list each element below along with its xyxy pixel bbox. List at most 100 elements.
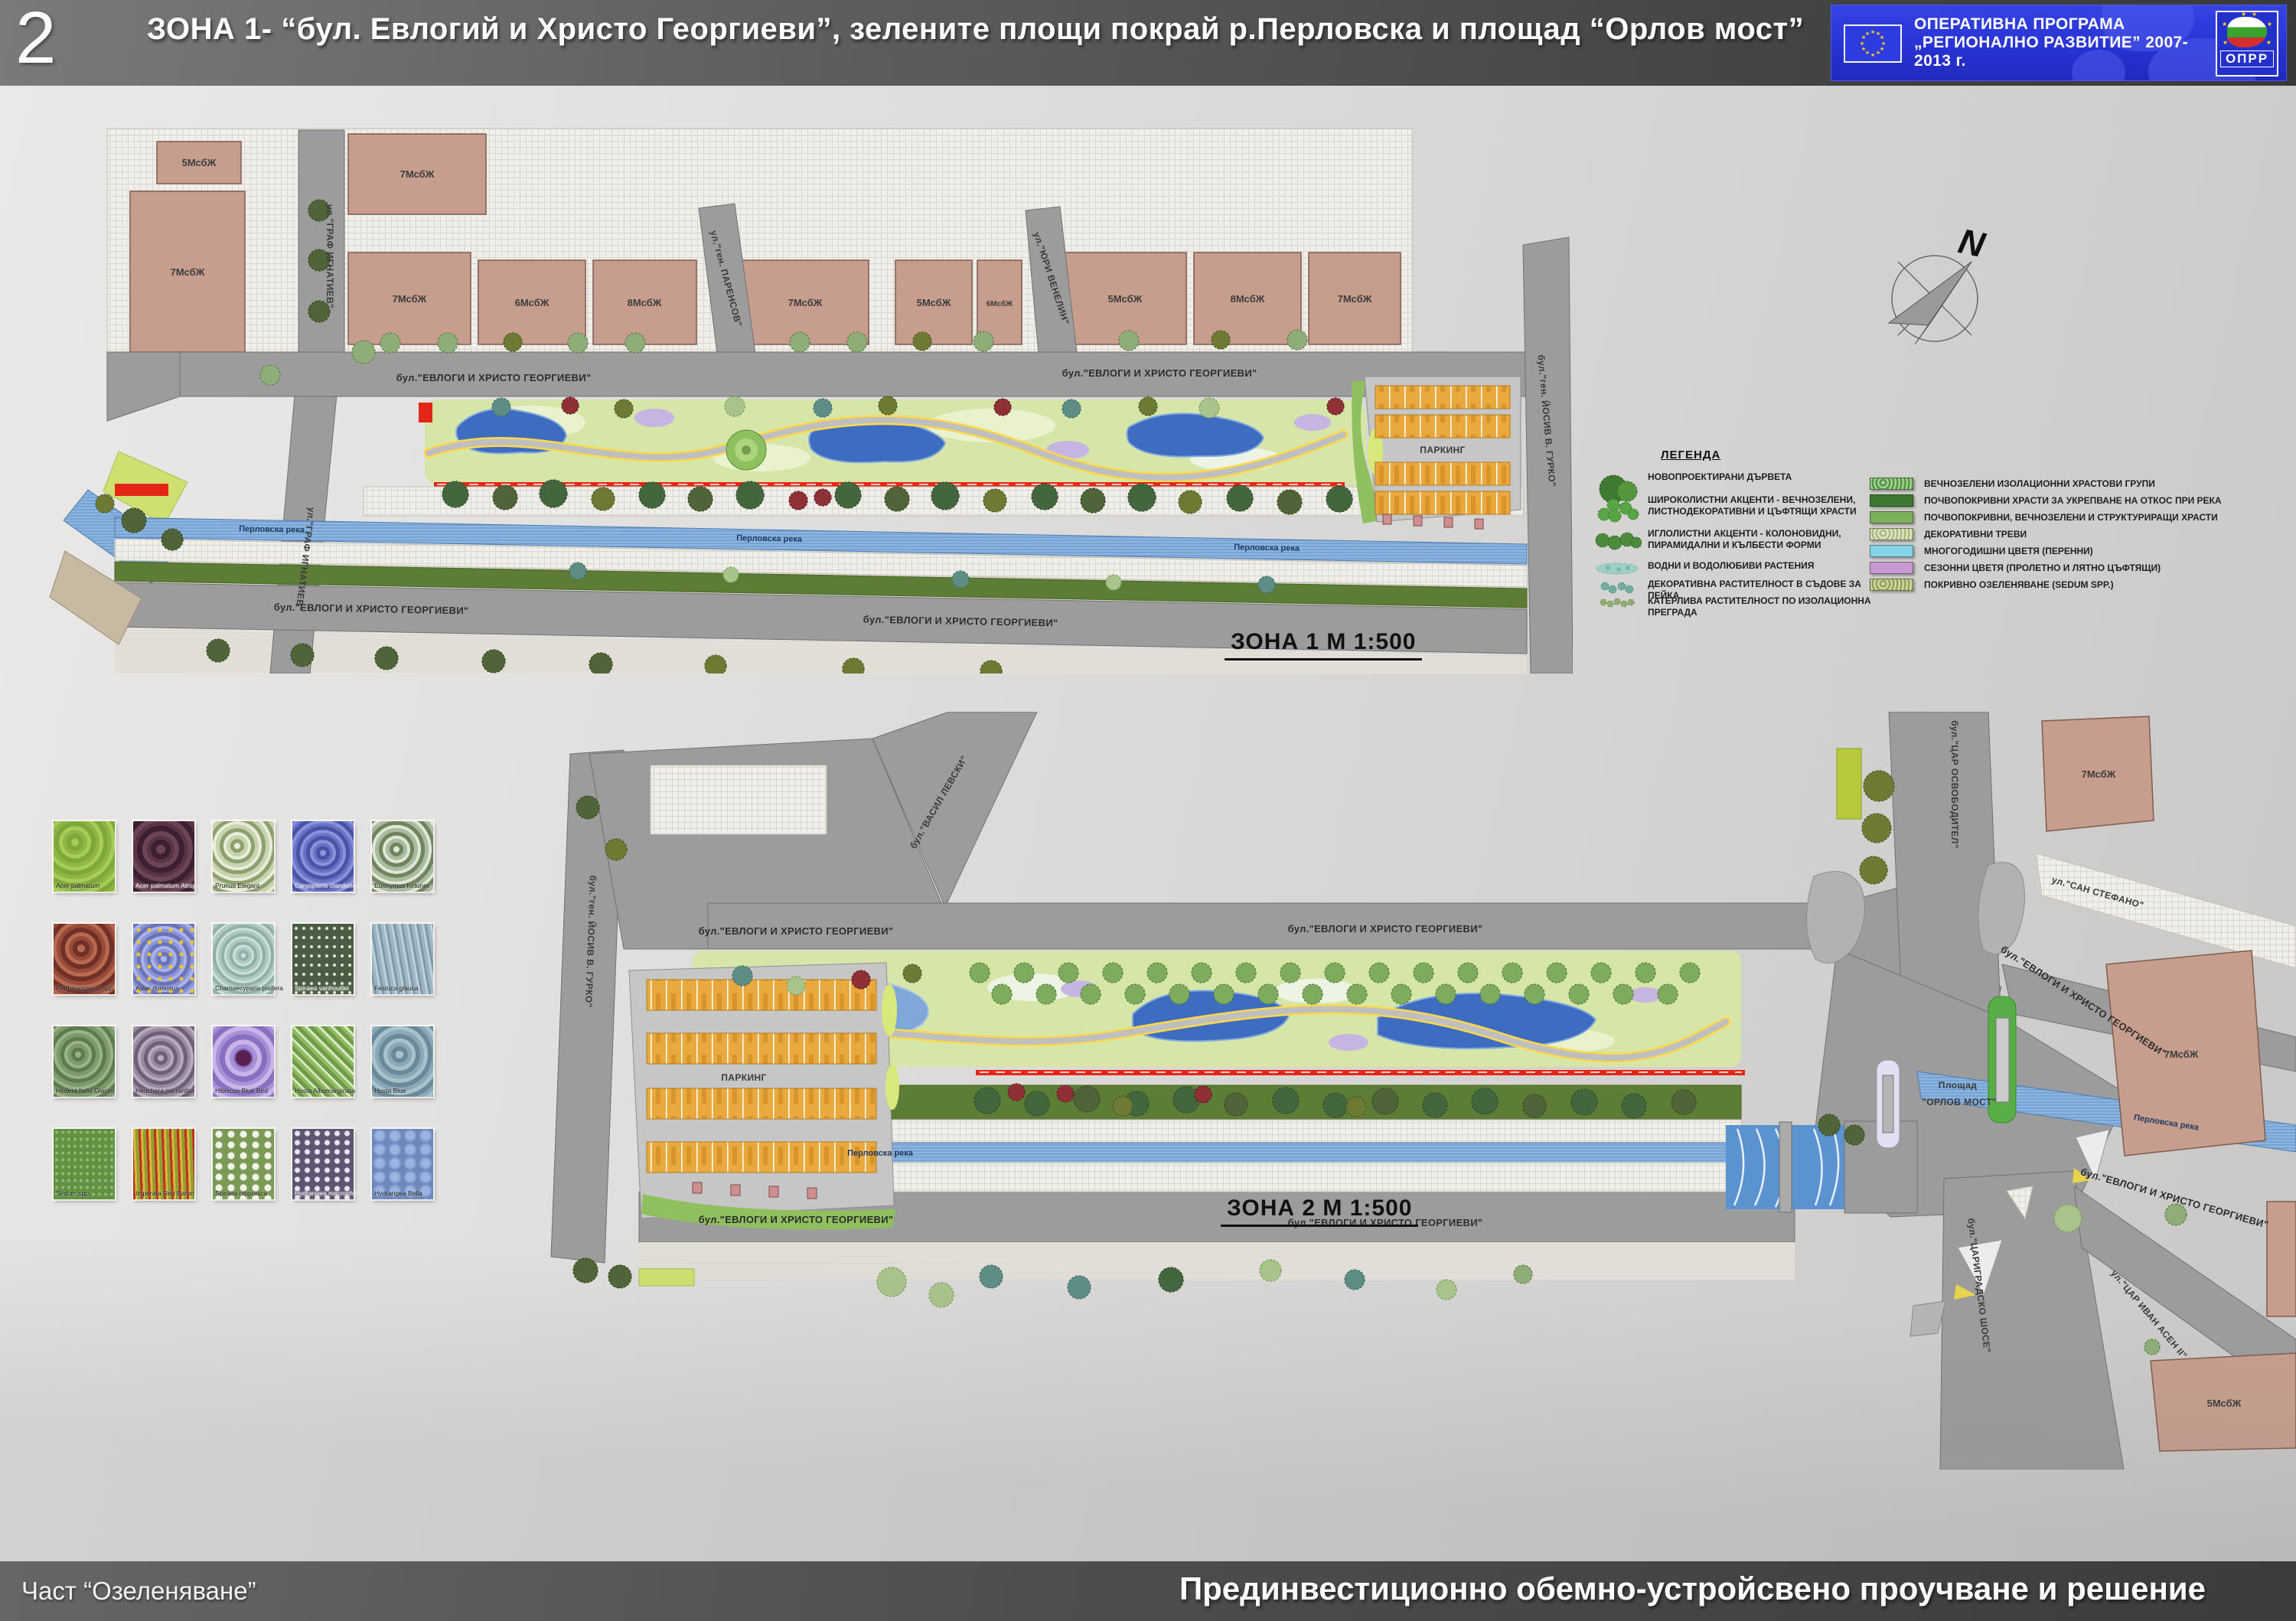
broadleaf-accents-icon — [1588, 494, 1648, 525]
compass-n-label: N — [1955, 222, 1989, 265]
zone1-caption: ЗОНА 1 М 1:500 — [1225, 629, 1422, 660]
plant-photo: Hedera helix Glacier — [54, 1026, 115, 1097]
plant-photo: Spiraea vanhouttei — [292, 924, 354, 994]
eu-stars-icon: ★★★ ★★★ ★★★ ★★★ — [1845, 26, 1900, 61]
eu-flag-icon: ★★★ ★★★ ★★★ ★★★ — [1844, 24, 1902, 63]
oprr-logo: ★ ★ ★ ★ ★ ★ ОПРР — [2216, 11, 2278, 77]
star-icon: ★ — [2252, 11, 2257, 18]
oprr-label: ОПРР — [2220, 51, 2274, 67]
header-bar: 2 ЗОНА 1- “бул. Евлогий и Христо Георгие… — [0, 0, 2296, 86]
plant-photo: Imperata Red Baron — [133, 1129, 194, 1199]
svg-text:★: ★ — [1861, 46, 1866, 52]
svg-text:8МсбЖ: 8МсбЖ — [1231, 293, 1265, 305]
legend-item: МНОГОГОДИШНИ ЦВЕТЯ (ПЕРЕННИ) — [1870, 545, 2253, 557]
square-label-line2: "ОРЛОВ МОСТ" — [1922, 1097, 1997, 1107]
legend-swatch — [1870, 528, 1913, 540]
legend-item: КАТЕРЛИВА РАСТИТЕЛНОСТ ПО ИЗОЛАЦИОННА ПР… — [1588, 595, 1877, 618]
plant-photo: Hydrangea Bella — [372, 1129, 433, 1199]
legend-item: ВЕЧНОЗЕЛЕНИ ИЗОЛАЦИОННИ ХРАСТОВИ ГРУПИ — [1870, 478, 2253, 490]
svg-text:7МсбЖ: 7МсбЖ — [400, 168, 435, 180]
plant-photo: Hosta Blue — [372, 1026, 433, 1097]
svg-text:7МсбЖ: 7МсбЖ — [2164, 1049, 2199, 1060]
footer-project-label: Прединвестиционно обемно-устройсвено про… — [1179, 1570, 2206, 1607]
plant-photo: Acer palmatum Atropurpureum — [133, 821, 194, 892]
svg-text:★: ★ — [1865, 31, 1870, 37]
legend-item: ДЕКОРАТИВНИ ТРЕВИ — [1870, 528, 2253, 540]
water-plants-icon — [1588, 560, 1648, 577]
parking-label: ПАРКИНГ — [1420, 445, 1466, 455]
svg-text:8МсбЖ: 8МсбЖ — [628, 297, 662, 308]
conifer-accents-icon — [1588, 528, 1648, 554]
plant-photo: Hosta Albomarginata — [292, 1026, 354, 1097]
plant-photo: Prunus Elegant — [213, 821, 274, 892]
svg-text:★: ★ — [1870, 52, 1875, 58]
footer-bar: Част “Озеленяване” Прединвестиционно обе… — [0, 1561, 2296, 1621]
page-title: ЗОНА 1- “бул. Евлогий и Христо Георгиеви… — [147, 12, 1804, 47]
star-icon: ★ — [2267, 21, 2272, 28]
street-label-tsar-osvoboditel: бул."ЦАР ОСВОБОДИТЕЛ" — [1949, 720, 1960, 849]
svg-text:★: ★ — [1881, 41, 1886, 47]
svg-text:5МсбЖ: 5МсбЖ — [917, 297, 951, 308]
street-label-evlogi: бул."ЕВЛОГИ И ХРИСТО ГЕОРГИЕВИ" — [699, 925, 894, 937]
svg-text:★: ★ — [1870, 29, 1875, 35]
legend-item: СЕЗОННИ ЦВЕТЯ (ПРОЛЕТНО И ЛЯТНО ЦЪФТЯЩИ) — [1870, 562, 2253, 574]
plant-photo: Spiraea nipponica — [213, 1129, 274, 1199]
svg-text:★: ★ — [1876, 50, 1880, 56]
legend-item: ПОЧВОПОКРИВНИ, ВЕЧНОЗЕЛЕНИ И СТРУКТУРИРА… — [1870, 511, 2253, 523]
svg-text:7МсбЖ: 7МсбЖ — [788, 297, 823, 308]
svg-text:5МсбЖ: 5МсбЖ — [2207, 1398, 2242, 1409]
river-label: Перловска река — [239, 524, 305, 535]
square-label-line1: Площад — [1939, 1080, 1977, 1091]
plant-photo: Hibiscus Blue Bird — [213, 1026, 274, 1097]
plant-photo: Chamaecyparis pisifera — [213, 924, 274, 994]
eu-programme-banner: ★★★ ★★★ ★★★ ★★★ ОПЕРАТИВНА ПРОГРАМА „РЕГ… — [1831, 5, 2287, 81]
plant-photo: Heuchera micrantha — [133, 1026, 194, 1097]
svg-text:6МсбЖ: 6МсбЖ — [987, 299, 1013, 308]
star-icon: ★ — [2241, 11, 2246, 18]
plant-photo: Sedum spp. — [54, 1129, 115, 1199]
svg-text:7МсбЖ: 7МсбЖ — [171, 266, 205, 278]
eu-programme-title: ОПЕРАТИВНА ПРОГРАМА „РЕГИОНАЛНО РАЗВИТИЕ… — [1914, 5, 2206, 80]
svg-text:5МсбЖ: 5МсбЖ — [1108, 293, 1143, 305]
svg-text:5МсбЖ: 5МсбЖ — [182, 157, 217, 168]
svg-text:6МсбЖ: 6МсбЖ — [515, 297, 550, 308]
zone2-site-plan: ПАРКИНГ 7МсбЖ 7МсбЖ 5МсбЖ — [543, 712, 2296, 1469]
svg-text:7МсбЖ: 7МсбЖ — [1338, 293, 1372, 305]
legend-swatch — [1870, 494, 1913, 507]
zone1-site-plan: 5МсбЖ 7МсбЖ 7МсбЖ 7МсбЖ 6МсбЖ 8МсбЖ 7Мсб… — [42, 122, 1573, 674]
zone2-parking: ПАРКИНГ — [629, 963, 899, 1230]
street-label-evlogi: бул."ЕВЛОГИ И ХРИСТО ГЕОРГИЕВИ" — [396, 372, 592, 383]
container-plants-icon — [1588, 579, 1648, 595]
street-label-evlogi: бул."ЕВЛОГИ И ХРИСТО ГЕОРГИЕВИ" — [1062, 367, 1257, 379]
page-number: 2 — [15, 0, 56, 77]
legend-swatch — [1870, 545, 1913, 557]
legend-swatch — [1870, 579, 1913, 591]
parking-label: ПАРКИНГ — [721, 1072, 767, 1083]
legend-item: ПОЧВОПОКРИВНИ ХРАСТИ ЗА УКРЕПВАНЕ НА ОТК… — [1870, 494, 2253, 507]
plant-photo: Aster dumosus — [133, 924, 194, 994]
legend-item: ШИРОКОЛИСТНИ АКЦЕНТИ - ВЕЧНОЗЕЛЕНИ, ЛИСТ… — [1588, 494, 1877, 525]
plant-photo: Acer palmatum — [54, 821, 115, 892]
plant-photo: Euonymus fortunei — [372, 821, 433, 892]
svg-text:7МсбЖ: 7МсбЖ — [2082, 768, 2116, 780]
compass-rose: N — [1867, 222, 2005, 360]
legend-item: ПОКРИВНО ОЗЕЛЕНЯВАНЕ (SEDUM SPP.) — [1870, 579, 2253, 591]
plant-photo: Parthenocissus spp. — [54, 924, 115, 994]
legend-swatch — [1870, 562, 1913, 574]
map-legend: ЛЕГЕНДА НОВОПРОЕКТИРАНИ ДЪРВЕТА ШИРОКОЛИ… — [1588, 444, 2262, 628]
street-label-evlogi: бул."ЕВЛОГИ И ХРИСТО ГЕОРГИЕВИ" — [699, 1214, 894, 1225]
svg-text:★: ★ — [1880, 34, 1884, 41]
legend-swatch — [1870, 511, 1913, 523]
climbing-plants-icon — [1588, 595, 1648, 609]
star-icon: ★ — [2223, 40, 2228, 46]
svg-text:7МсбЖ: 7МсбЖ — [393, 293, 427, 305]
plant-photo: Caryopteris clandonensis — [292, 821, 354, 892]
legend-item: ИГЛОЛИСТНИ АКЦЕНТИ - КОЛОНОВИДНИ, ПИРАМИ… — [1588, 528, 1877, 554]
river-label: Перловска река — [847, 1149, 914, 1158]
svg-text:★: ★ — [1860, 41, 1864, 47]
presentation-board: 5МсбЖ 7МсбЖ 7МсбЖ 7МсбЖ 6МсбЖ 8МсбЖ 7Мсб… — [0, 86, 2296, 1561]
street-label-evlogi: бул."ЕВЛОГИ И ХРИСТО ГЕОРГИЕВИ" — [1288, 923, 1483, 934]
star-icon: ★ — [2266, 40, 2272, 46]
legend-swatch — [1870, 478, 1913, 490]
plant-photo: Hydrangea macrophylla — [292, 1129, 354, 1199]
